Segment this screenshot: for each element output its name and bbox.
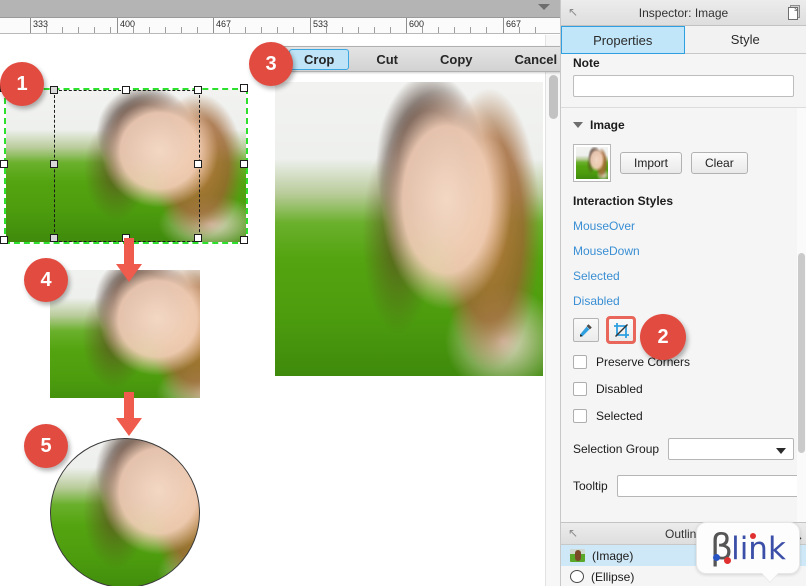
style-link-mouseover[interactable]: MouseOver [573, 219, 794, 233]
crop-handle-ne[interactable] [194, 86, 202, 94]
step-badge-3: 3 [249, 42, 293, 86]
step-badge-2: 2 [640, 314, 686, 360]
image-section-title: Image [590, 118, 625, 132]
eyedropper-icon [580, 324, 592, 337]
selected-checkbox[interactable] [573, 409, 587, 423]
resize-handle-sw[interactable] [0, 236, 8, 244]
crop-handle-n[interactable] [122, 86, 130, 94]
disabled-checkbox[interactable] [573, 382, 587, 396]
clear-button[interactable]: Clear [691, 152, 748, 174]
cropped-image-result [50, 270, 200, 398]
resize-handle-w[interactable] [0, 160, 8, 168]
style-link-disabled[interactable]: Disabled [573, 294, 794, 308]
outline-item-label: (Image) [592, 548, 634, 563]
step-badge-4: 4 [24, 258, 68, 302]
inspector-tabs: Properties Style [561, 26, 806, 54]
preserve-corners-row[interactable]: Preserve Corners [573, 355, 794, 369]
crop-tool-button[interactable] [606, 316, 636, 344]
copy-button[interactable]: Copy [425, 49, 488, 70]
image-section-header[interactable]: Image [573, 118, 794, 132]
selection-group-label: Selection Group [573, 442, 660, 456]
collapse-arrow-icon[interactable]: ↖ [568, 6, 578, 18]
chevron-down-icon[interactable] [776, 448, 786, 454]
outline-item-label: (Ellipse) [591, 569, 635, 584]
canvas-area: 333 400 467 533 600 667 Crop Cut Copy Ca… [0, 0, 560, 586]
circular-masked-image-result [50, 438, 200, 586]
crop-button[interactable]: Crop [289, 48, 350, 70]
inspector-header: ↖ Inspector: Image [561, 0, 806, 26]
selection-group-row: Selection Group [573, 438, 794, 460]
app-root: 333 400 467 533 600 667 Crop Cut Copy Ca… [0, 0, 806, 586]
note-input[interactable] [573, 75, 794, 97]
blink-link-text: link [731, 530, 786, 567]
disabled-row[interactable]: Disabled [573, 382, 794, 396]
eyedropper-button[interactable] [573, 318, 599, 342]
style-link-mousedown[interactable]: MouseDown [573, 244, 794, 258]
source-image [6, 90, 246, 242]
interaction-styles-title: Interaction Styles [573, 194, 674, 208]
cancel-button[interactable]: Cancel [500, 49, 560, 70]
canvas-topbar [0, 0, 560, 18]
canvas-vertical-scrollbar[interactable] [545, 35, 560, 586]
note-block: Note [561, 54, 806, 97]
preserve-corners-checkbox[interactable] [573, 355, 587, 369]
style-link-selected[interactable]: Selected [573, 269, 794, 283]
horizontal-ruler: 333 400 467 533 600 667 [0, 18, 560, 34]
chevron-down-icon[interactable] [538, 4, 550, 10]
cut-button[interactable]: Cut [361, 49, 413, 70]
import-button[interactable]: Import [620, 152, 683, 174]
inspector-vertical-scrollbar[interactable] [797, 108, 806, 548]
blink-wordmark: β link [710, 529, 786, 567]
resize-handle-ne[interactable] [240, 84, 248, 92]
scrollbar-thumb[interactable] [549, 75, 558, 119]
inspector-title: Inspector: Image [638, 5, 729, 20]
disabled-label: Disabled [596, 382, 643, 396]
crop-handle-w[interactable] [50, 160, 58, 168]
image-controls-row: Import Clear [573, 144, 794, 182]
resize-handle-e[interactable] [240, 160, 248, 168]
scrollbar-thumb[interactable] [798, 253, 805, 453]
selection-group-select[interactable] [668, 438, 794, 460]
selected-image-with-crop-overlay[interactable] [0, 84, 248, 244]
selected-row[interactable]: Selected [573, 409, 794, 423]
document-icon[interactable] [788, 5, 801, 20]
blink-dot-blue [713, 554, 720, 561]
resize-handle-se[interactable] [240, 236, 248, 244]
tooltip-input[interactable] [616, 475, 800, 497]
crop-handle-e[interactable] [194, 160, 202, 168]
collapse-arrow-icon[interactable]: ↖ [568, 527, 578, 539]
crop-handle-sw[interactable] [50, 234, 58, 242]
flow-arrow-down [116, 392, 142, 438]
image-section: Image Import Clear [561, 108, 806, 182]
image-preview [275, 82, 543, 376]
crop-toolbar: Crop Cut Copy Cancel [282, 46, 560, 72]
flow-arrow-down [116, 238, 142, 284]
blink-bubble-tail [761, 572, 779, 582]
inspector-body: Note Image Import Clear Interaction Styl… [561, 54, 806, 548]
blink-dot-i [750, 533, 756, 539]
image-thumbnail[interactable] [573, 144, 611, 182]
crop-tool-icon [613, 322, 629, 338]
blink-watermark: β link [696, 522, 800, 582]
note-label: Note [573, 56, 600, 70]
image-thumbnail-icon [570, 549, 585, 562]
blink-dot-red [724, 557, 731, 564]
selected-label: Selected [596, 409, 643, 423]
step-badge-1: 1 [0, 62, 44, 106]
tab-properties[interactable]: Properties [561, 26, 685, 54]
inspector-panel: ↖ Inspector: Image Properties Style Note [560, 0, 806, 586]
tab-style[interactable]: Style [684, 26, 806, 54]
preserve-corners-label: Preserve Corners [596, 355, 691, 369]
crop-handle-se[interactable] [194, 234, 202, 242]
ellipse-icon [570, 570, 584, 583]
chevron-down-icon[interactable] [573, 122, 583, 128]
tooltip-row: Tooltip [573, 475, 800, 497]
step-badge-5: 5 [24, 424, 68, 468]
tooltip-label: Tooltip [573, 479, 608, 493]
crop-handle-nw[interactable] [50, 86, 58, 94]
